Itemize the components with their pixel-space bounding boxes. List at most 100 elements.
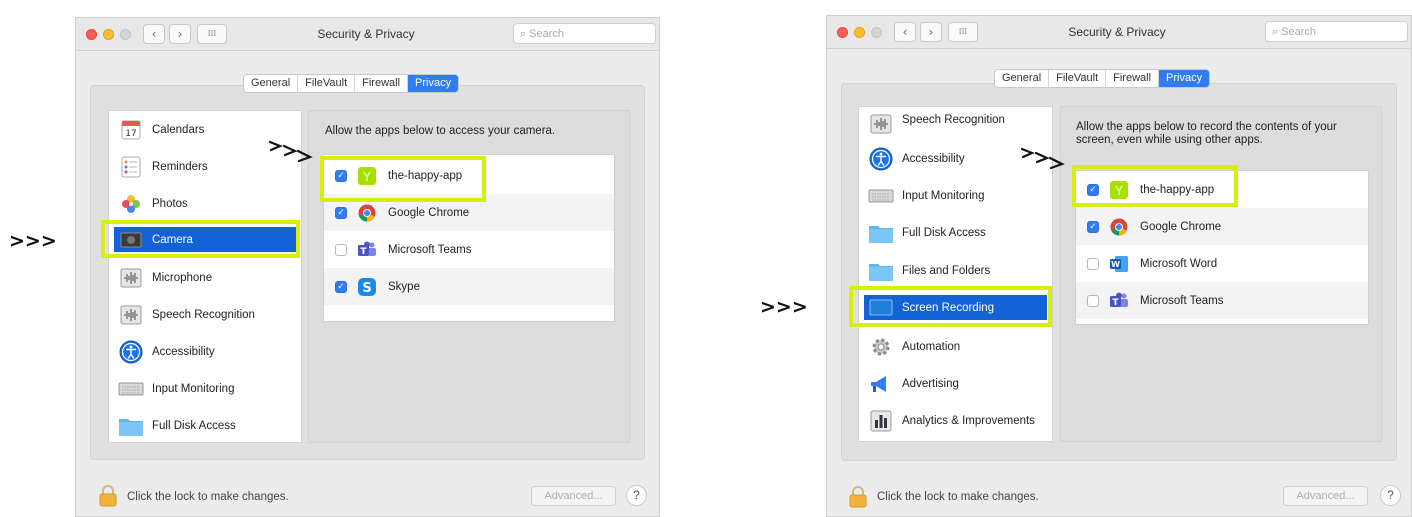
teams-icon: T xyxy=(1109,291,1129,311)
close-window-button[interactable] xyxy=(86,29,97,40)
skype-icon: S xyxy=(357,277,377,297)
app-checkbox[interactable]: ✓ xyxy=(335,280,347,293)
sidebar-item-label: Analytics & Improvements xyxy=(902,414,1035,427)
tab-bar: General FileVault Firewall Privacy xyxy=(243,74,460,93)
tab-firewall[interactable]: Firewall xyxy=(355,75,409,92)
minimize-window-button[interactable] xyxy=(854,27,865,38)
back-button[interactable]: ‹ xyxy=(894,22,916,42)
sidebar-item-label: Screen Recording xyxy=(902,301,995,314)
advanced-button[interactable]: Advanced... xyxy=(1283,486,1368,506)
search-placeholder: Search xyxy=(1281,26,1317,38)
sidebar-item-camera[interactable]: Camera xyxy=(114,227,296,252)
tab-firewall[interactable]: Firewall xyxy=(1106,70,1160,87)
folder-icon xyxy=(118,414,144,438)
sidebar-item-speech-recognition[interactable]: Speech Recognition xyxy=(114,301,296,328)
sidebar-item-speech-recognition[interactable]: Speech Recognition xyxy=(864,108,1047,139)
app-checkbox[interactable]: ✓ xyxy=(335,206,347,219)
sidebar-item-full-disk-access[interactable]: Full Disk Access xyxy=(864,219,1047,246)
app-checkbox[interactable] xyxy=(335,243,347,256)
sidebar-item-label: Speech Recognition xyxy=(152,308,255,321)
svg-text:17: 17 xyxy=(125,129,136,139)
permission-description: Allow the apps below to access your came… xyxy=(325,125,556,137)
keyboard-icon xyxy=(868,184,894,208)
settings-window-right: ‹ › ⁞⁞⁞ Security & Privacy ⌕ Search Gener… xyxy=(826,15,1412,517)
app-name: Google Chrome xyxy=(1140,220,1222,233)
search-field[interactable]: ⌕ Search xyxy=(513,23,656,44)
grid-icon: ⁞⁞⁞ xyxy=(958,27,968,37)
app-name: the-happy-app xyxy=(1140,183,1215,196)
app-row-google-chrome[interactable]: ✓ Google Chrome xyxy=(1076,208,1368,245)
sidebar-item-input-monitoring[interactable]: Input Monitoring xyxy=(864,182,1047,209)
sidebar-item-label: Photos xyxy=(152,197,188,210)
tab-general[interactable]: General xyxy=(995,70,1050,87)
sidebar-item-label: Reminders xyxy=(152,160,208,173)
app-row-skype[interactable]: ✓ S Skype xyxy=(324,268,614,305)
sidebar-item-photos[interactable]: Photos xyxy=(114,190,296,217)
advanced-button[interactable]: Advanced... xyxy=(531,486,616,506)
lock-icon[interactable] xyxy=(98,485,118,512)
app-row-microsoft-teams[interactable]: T Microsoft Teams xyxy=(324,231,614,268)
app-row-the-happy-app[interactable]: ✓ the-happy-app xyxy=(324,157,614,194)
sidebar-item-advertising[interactable]: Advertising xyxy=(864,370,1047,397)
tab-filevault[interactable]: FileVault xyxy=(1049,70,1107,87)
tab-bar: General FileVault Firewall Privacy xyxy=(994,69,1211,88)
app-checkbox[interactable]: ✓ xyxy=(1087,220,1099,233)
app-row-partial xyxy=(324,305,614,321)
sidebar-item-label: Full Disk Access xyxy=(902,226,986,239)
help-button[interactable]: ? xyxy=(1380,485,1401,506)
sidebar-item-label: Microphone xyxy=(152,271,213,284)
help-button[interactable]: ? xyxy=(626,485,647,506)
search-field[interactable]: ⌕ Search xyxy=(1265,21,1408,42)
app-checkbox[interactable] xyxy=(1087,257,1099,270)
sidebar-item-full-disk-access[interactable]: Full Disk Access xyxy=(114,412,296,439)
photos-icon xyxy=(118,192,144,216)
app-row-the-happy-app[interactable]: ✓ the-happy-app xyxy=(1076,171,1368,208)
tab-general[interactable]: General xyxy=(244,75,299,92)
svg-text:T: T xyxy=(360,247,367,257)
app-row-google-chrome[interactable]: ✓ Google Chrome xyxy=(324,194,614,231)
sidebar-item-accessibility[interactable]: Accessibility xyxy=(114,338,296,365)
keyboard-icon xyxy=(118,377,144,401)
app-row-microsoft-word[interactable]: W Microsoft Word xyxy=(1076,245,1368,282)
speech-recognition-icon xyxy=(118,303,144,327)
sidebar-item-label: Input Monitoring xyxy=(902,189,985,202)
forward-button[interactable]: › xyxy=(169,24,191,44)
search-placeholder: Search xyxy=(529,28,565,40)
app-list: ✓ the-happy-app ✓ Google Chrome W Micros… xyxy=(1075,170,1369,325)
sidebar-item-files-and-folders[interactable]: Files and Folders xyxy=(864,257,1047,284)
app-checkbox[interactable]: ✓ xyxy=(335,169,347,182)
tab-privacy[interactable]: Privacy xyxy=(408,75,459,92)
sidebar-item-label: Accessibility xyxy=(902,152,965,165)
app-row-microsoft-teams[interactable]: T Microsoft Teams xyxy=(1076,282,1368,319)
close-window-button[interactable] xyxy=(837,27,848,38)
show-all-button[interactable]: ⁞⁞⁞ xyxy=(948,22,978,42)
forward-button[interactable]: › xyxy=(920,22,942,42)
title-bar: ‹ › ⁞⁞⁞ Security & Privacy ⌕ Search xyxy=(76,18,659,51)
show-all-button[interactable]: ⁞⁞⁞ xyxy=(197,24,227,44)
sidebar-item-input-monitoring[interactable]: Input Monitoring xyxy=(114,375,296,402)
lock-icon[interactable] xyxy=(848,486,868,513)
app-checkbox[interactable]: ✓ xyxy=(1087,183,1099,196)
tab-filevault[interactable]: FileVault xyxy=(298,75,356,92)
sidebar-item-automation[interactable]: Automation xyxy=(864,333,1047,360)
app-checkbox[interactable] xyxy=(1087,294,1099,307)
sidebar-item-microphone[interactable]: Microphone xyxy=(114,264,296,291)
back-button[interactable]: ‹ xyxy=(143,24,165,44)
chrome-icon xyxy=(1109,217,1129,237)
minimize-window-button[interactable] xyxy=(103,29,114,40)
app-name: Microsoft Word xyxy=(1140,257,1218,270)
svg-text:S: S xyxy=(362,281,371,296)
app-name: Skype xyxy=(388,280,420,293)
zoom-window-button[interactable] xyxy=(120,29,131,40)
sidebar-item-label: Input Monitoring xyxy=(152,382,235,395)
sidebar-item-screen-recording[interactable]: Screen Recording xyxy=(864,295,1047,320)
sidebar-item-analytics-improvements[interactable]: Analytics & Improvements xyxy=(864,407,1047,434)
tab-privacy[interactable]: Privacy xyxy=(1159,70,1210,87)
app-permissions-panel: Allow the apps below to record the conte… xyxy=(1060,106,1382,442)
zoom-window-button[interactable] xyxy=(871,27,882,38)
sidebar-item-label: Files and Folders xyxy=(902,264,991,277)
camera-icon xyxy=(118,228,144,252)
app-permissions-panel: Allow the apps below to access your came… xyxy=(308,110,630,443)
lock-message: Click the lock to make changes. xyxy=(877,491,1039,503)
chevron-left-icon: ‹ xyxy=(151,27,157,41)
